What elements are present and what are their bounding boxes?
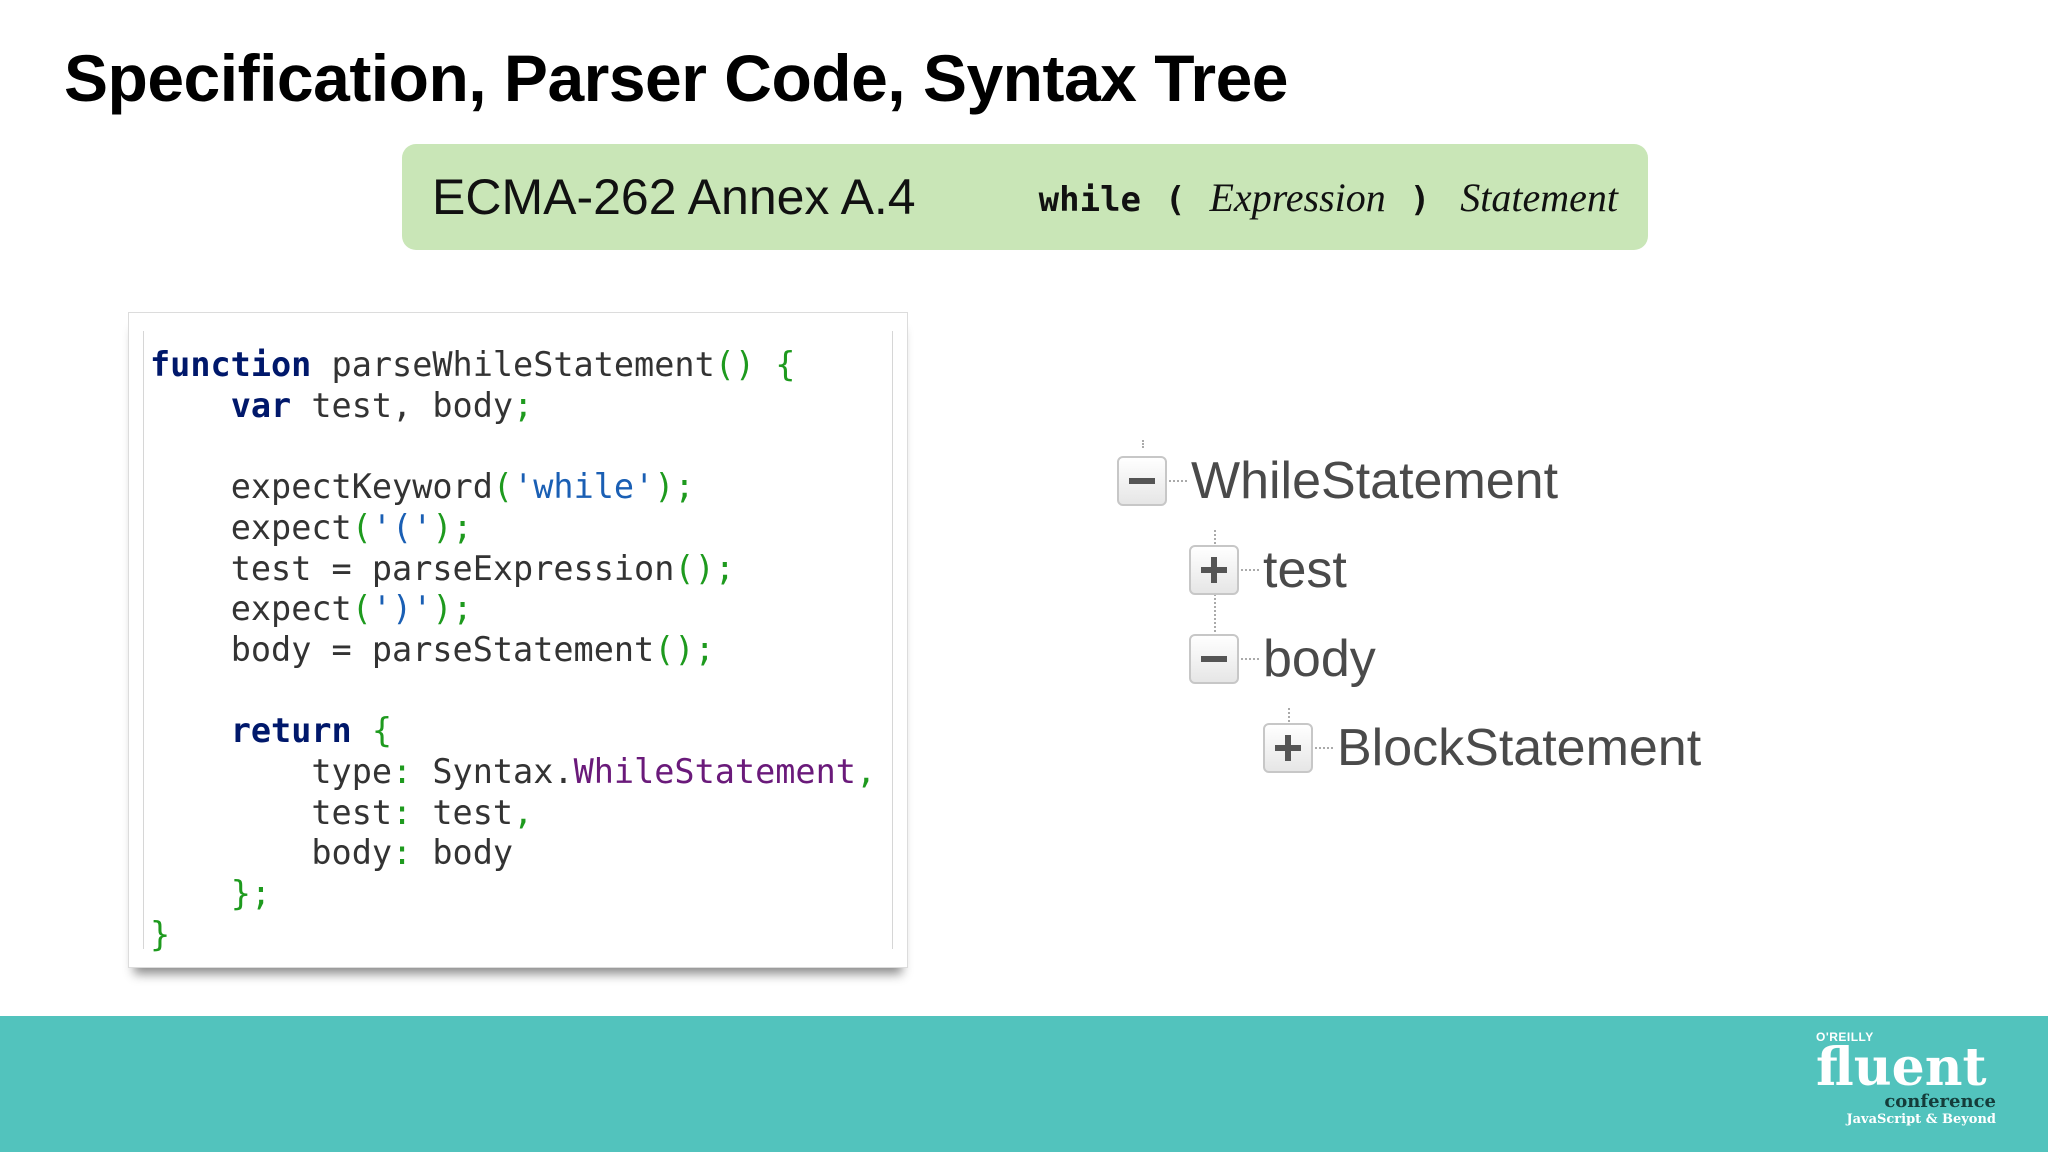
tree-node-label[interactable]: body bbox=[1263, 629, 1376, 689]
code-close-paren-string: ')' bbox=[371, 589, 433, 629]
spec-grammar: while ( Expression) Statement bbox=[1039, 174, 1618, 221]
code-expect-call-1: expect bbox=[230, 507, 352, 547]
tree-connector bbox=[1142, 440, 1144, 448]
code-expect-keyword-call: expectKeyword bbox=[230, 467, 493, 507]
spec-box: ECMA-262 Annex A.4 while ( Expression) Stat… bbox=[402, 144, 1648, 250]
code-frame: function parseWhileStatement() { var tes… bbox=[143, 331, 893, 954]
slide-title: Specification, Parser Code, Syntax Tree bbox=[64, 41, 1289, 115]
footer-bar: O'REILLY fluent conference JavaScript & … bbox=[0, 1016, 2048, 1152]
tree-node-label[interactable]: BlockStatement bbox=[1337, 718, 1701, 778]
code-test-value: test bbox=[412, 792, 514, 832]
code-while-statement-prop: WhileStatement bbox=[573, 752, 856, 792]
expand-icon[interactable] bbox=[1263, 723, 1313, 773]
code-function-name: parseWhileStatement bbox=[311, 345, 715, 384]
spec-label: ECMA-262 Annex A.4 bbox=[432, 169, 916, 225]
code-test-assign: test = parseExpression bbox=[230, 548, 675, 588]
spec-statement: Statement bbox=[1460, 175, 1618, 220]
collapse-icon[interactable] bbox=[1189, 634, 1239, 684]
code-type-key: type bbox=[311, 752, 393, 792]
spec-close-paren: ) bbox=[1409, 180, 1431, 220]
code-expect-call-2: expect bbox=[230, 589, 352, 629]
code-function-keyword: function bbox=[150, 345, 312, 384]
code-body-assign: body = parseStatement bbox=[230, 629, 655, 669]
code-var-keyword: var bbox=[230, 385, 292, 425]
code-body-key: body bbox=[311, 833, 393, 873]
spec-open-paren: ( bbox=[1165, 180, 1186, 220]
code-test-key: test bbox=[311, 792, 393, 832]
code-card: function parseWhileStatement() { var tes… bbox=[128, 312, 908, 968]
code-body-value: body bbox=[412, 833, 514, 873]
logo-wordmark: fluent bbox=[1816, 1037, 1987, 1098]
tree-node-label[interactable]: WhileStatement bbox=[1191, 451, 1558, 511]
code-var-names: test, body bbox=[291, 385, 514, 425]
code-while-string: 'while' bbox=[513, 467, 655, 507]
collapse-icon[interactable] bbox=[1117, 456, 1167, 506]
code-open-paren-string: '(' bbox=[371, 507, 433, 547]
spec-keyword: while bbox=[1038, 180, 1142, 220]
code-listing: function parseWhileStatement() { var tes… bbox=[150, 345, 877, 954]
code-syntax-ref: Syntax. bbox=[412, 752, 574, 792]
code-return-keyword: return bbox=[230, 711, 352, 751]
tree-node-label[interactable]: test bbox=[1263, 540, 1347, 600]
fluent-conference-logo: O'REILLY fluent conference JavaScript & … bbox=[1816, 1030, 1996, 1127]
spec-expression: Expression bbox=[1209, 175, 1386, 220]
logo-tagline: JavaScript & Beyond bbox=[1846, 1112, 1996, 1127]
expand-icon[interactable] bbox=[1189, 545, 1239, 595]
